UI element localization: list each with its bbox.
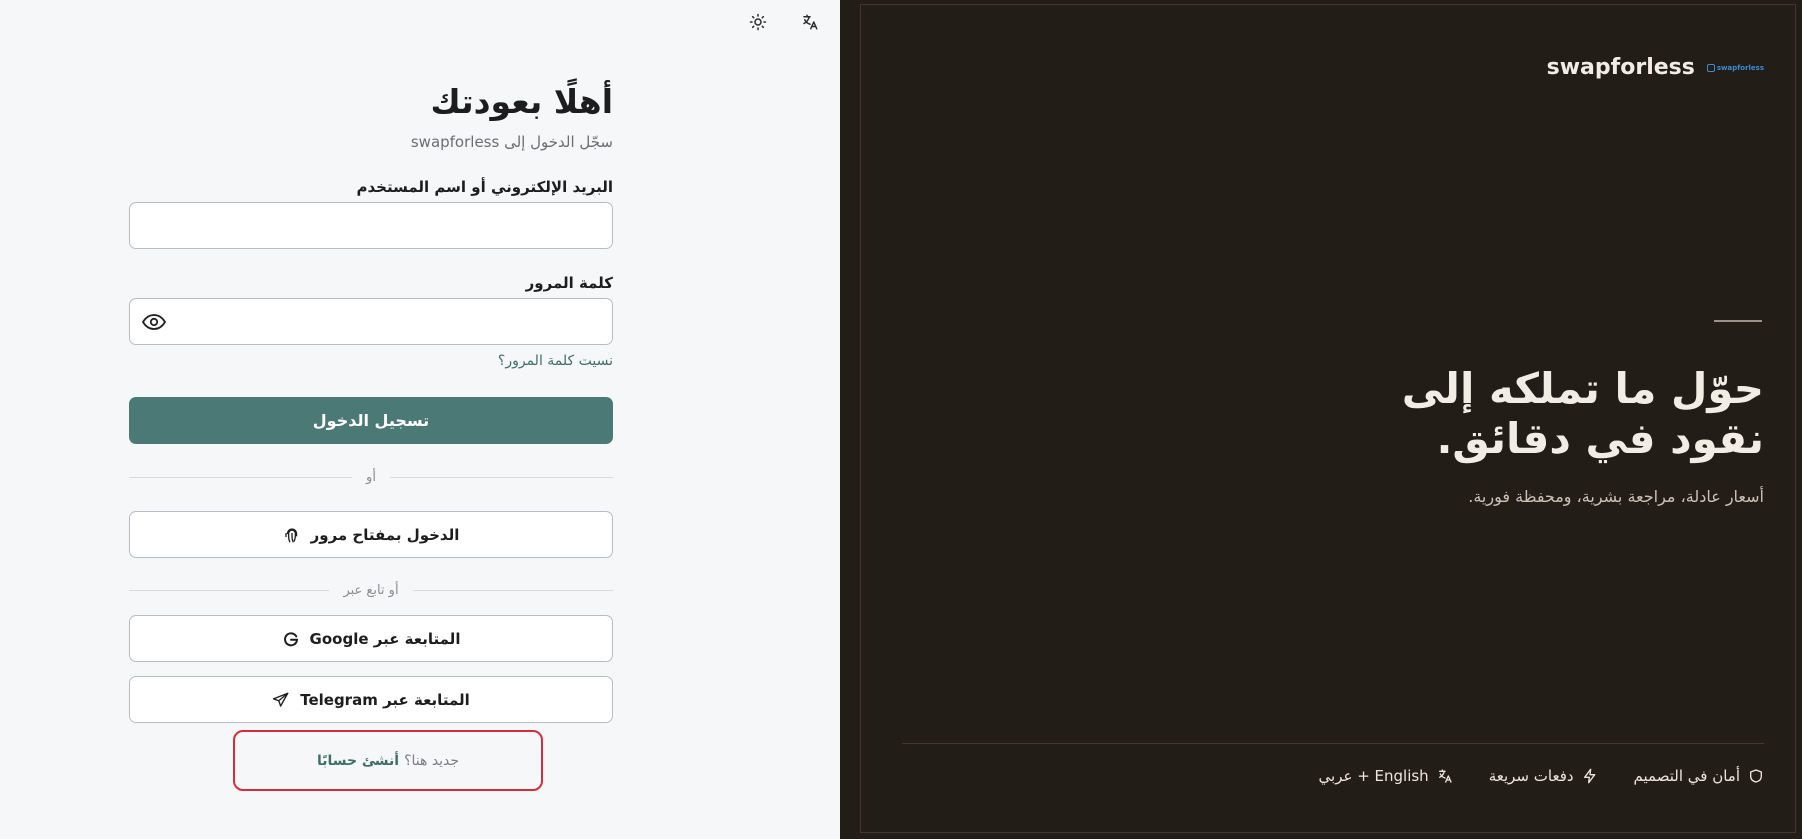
feature-payouts: دفعات سريعة	[1489, 767, 1598, 785]
email-label: البريد الإلكتروني أو اسم المستخدم	[356, 178, 613, 196]
telegram-button[interactable]: المتابعة عبر Telegram	[129, 676, 613, 723]
shield-icon	[1750, 769, 1762, 783]
feature-languages: English + عربي	[1319, 767, 1453, 785]
feature-label: دفعات سريعة	[1488, 767, 1574, 785]
promo-panel: swapforless swapforless حوّل ما تملكه إل…	[840, 0, 1802, 839]
sun-icon[interactable]	[744, 10, 772, 34]
divider-continue: أو تابع عبر	[129, 581, 613, 599]
feature-label: English + عربي	[1318, 767, 1429, 785]
hero-line-2: نقود في دقائق.	[1436, 414, 1764, 464]
hero-line-1: حوّل ما تملكه إلى	[1401, 364, 1764, 413]
telegram-icon	[273, 692, 289, 707]
feature-security: أمان في التصميم	[1634, 767, 1764, 785]
signup-prompt: جديد هنا؟ أنشئ حسابًا	[233, 730, 543, 791]
passkey-label: الدخول بمفتاح مرور	[310, 525, 460, 544]
lightning-icon	[1583, 768, 1595, 784]
divider-or: أو	[128, 468, 613, 486]
login-panel: أهلًا بعودتك سجّل الدخول إلى swapforless…	[0, 0, 840, 839]
feature-list: أمان في التصميم دفعات سريعة English + عر…	[1319, 767, 1764, 785]
brand-logo-text: swapforless	[1716, 63, 1764, 72]
logo-icon	[1706, 63, 1715, 72]
password-field[interactable]	[129, 298, 613, 345]
top-toolbar	[744, 10, 824, 34]
passkey-button[interactable]: الدخول بمفتاح مرور	[129, 511, 613, 558]
fingerprint-icon	[284, 527, 297, 542]
brand-name: swapforless	[1546, 55, 1695, 80]
google-label: المتابعة عبر Google	[309, 629, 461, 648]
promo-background: swapforless swapforless حوّل ما تملكه إل…	[840, 0, 1802, 839]
signup-question: جديد هنا؟	[404, 752, 460, 769]
translate-icon[interactable]	[796, 10, 824, 34]
divider-continue-text: أو تابع عبر	[343, 582, 399, 598]
hero-headline: حوّل ما تملكه إلى نقود في دقائق.	[1344, 364, 1764, 465]
login-button[interactable]: تسجيل الدخول	[129, 397, 613, 444]
password-label: كلمة المرور	[525, 274, 613, 292]
email-field[interactable]	[129, 202, 613, 249]
feature-label: أمان في التصميم	[1633, 767, 1740, 785]
telegram-label: المتابعة عبر Telegram	[300, 690, 470, 709]
accent-line	[1714, 320, 1762, 322]
translate-icon	[1438, 769, 1452, 783]
google-icon	[283, 631, 298, 646]
divider-or-text: أو	[366, 469, 376, 485]
signup-link[interactable]: أنشئ حسابًا	[317, 753, 399, 769]
google-button[interactable]: المتابعة عبر Google	[129, 615, 613, 662]
eye-icon[interactable]	[141, 311, 167, 333]
hero-subtitle: أسعار عادلة، مراجعة بشرية، ومحفظة فورية.	[1468, 487, 1764, 506]
brand: swapforless swapforless	[1547, 55, 1764, 80]
page-subtitle: سجّل الدخول إلى swapforless	[410, 133, 613, 151]
divider	[902, 743, 1764, 744]
page-title: أهلًا بعودتك	[430, 82, 614, 121]
brand-logo: swapforless	[1706, 63, 1764, 72]
forgot-password-link[interactable]: نسيت كلمة المرور؟	[498, 353, 613, 369]
